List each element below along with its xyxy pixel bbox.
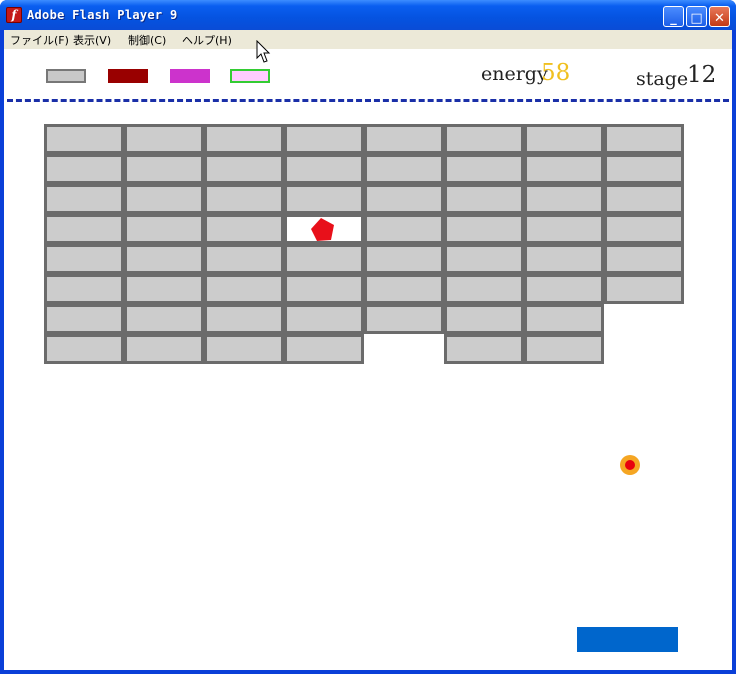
brick [444,334,524,364]
energy-label: energy [481,63,548,85]
brick [124,154,204,184]
brick [364,214,444,244]
brick [44,244,124,274]
brick [444,214,524,244]
brick [44,124,124,154]
menu-file[interactable]: ファイル(F) [10,32,69,48]
brick [124,184,204,214]
brick [444,244,524,274]
brick [524,184,604,214]
brick [124,124,204,154]
menu-view[interactable]: 表示(V) [73,32,111,48]
legend-brick-pink [230,69,270,83]
energy-value: 58 [541,60,571,86]
brick [524,124,604,154]
brick [364,244,444,274]
brick [524,304,604,334]
maximize-button[interactable]: □ [686,6,707,27]
brick [204,124,284,154]
brick [124,304,204,334]
ball-icon [620,455,640,475]
maximize-icon: □ [690,11,703,26]
brick [444,274,524,304]
brick [284,154,364,184]
brick [284,124,364,154]
pentagon-icon [311,218,334,241]
legend-brick-gray [46,69,86,83]
brick [444,124,524,154]
brick [44,274,124,304]
brick [364,274,444,304]
menu-bar: ファイル(F) 表示(V) 制御(C) ヘルプ(H) [4,30,732,49]
brick [44,154,124,184]
legend-brick-magenta [170,69,210,83]
brick [204,274,284,304]
brick [44,334,124,364]
game-stage[interactable]: energy 58 stage 12 [4,49,732,670]
brick [604,244,684,274]
brick [124,214,204,244]
brick [604,274,684,304]
close-icon: ✕ [714,11,725,26]
brick [604,184,684,214]
flash-icon: f [6,7,22,23]
brick [364,304,444,334]
brick [284,334,364,364]
brick [444,154,524,184]
brick [204,244,284,274]
stage-label: stage [636,68,689,90]
brick [524,154,604,184]
brick [284,274,364,304]
brick [444,304,524,334]
brick [284,184,364,214]
window-title: Adobe Flash Player 9 [27,8,178,22]
hud-divider [7,99,729,102]
brick [524,334,604,364]
minimize-button[interactable]: _ [663,6,684,27]
paddle[interactable] [577,627,678,652]
brick [364,124,444,154]
brick [124,244,204,274]
brick [444,184,524,214]
brick [604,124,684,154]
brick [204,154,284,184]
close-button[interactable]: ✕ [709,6,730,27]
brick [524,274,604,304]
brick [284,244,364,274]
menu-help[interactable]: ヘルプ(H) [182,32,232,48]
brick [204,214,284,244]
brick [364,184,444,214]
brick [524,214,604,244]
brick [124,334,204,364]
legend-brick-dark-red [108,69,148,83]
brick [604,214,684,244]
brick [524,244,604,274]
brick [204,304,284,334]
brick [604,154,684,184]
title-bar[interactable]: f Adobe Flash Player 9 _ □ ✕ [0,0,736,30]
brick [364,154,444,184]
flash-player-window: f Adobe Flash Player 9 _ □ ✕ ファイル(F) 表示(… [0,0,736,674]
brick [44,214,124,244]
brick [204,334,284,364]
mouse-cursor-icon [256,40,271,63]
brick [284,304,364,334]
minimize-icon: _ [670,11,677,26]
brick [124,274,204,304]
brick [44,184,124,214]
stage-value: 12 [687,62,717,88]
menu-control[interactable]: 制御(C) [128,32,166,48]
brick [204,184,284,214]
brick [44,304,124,334]
